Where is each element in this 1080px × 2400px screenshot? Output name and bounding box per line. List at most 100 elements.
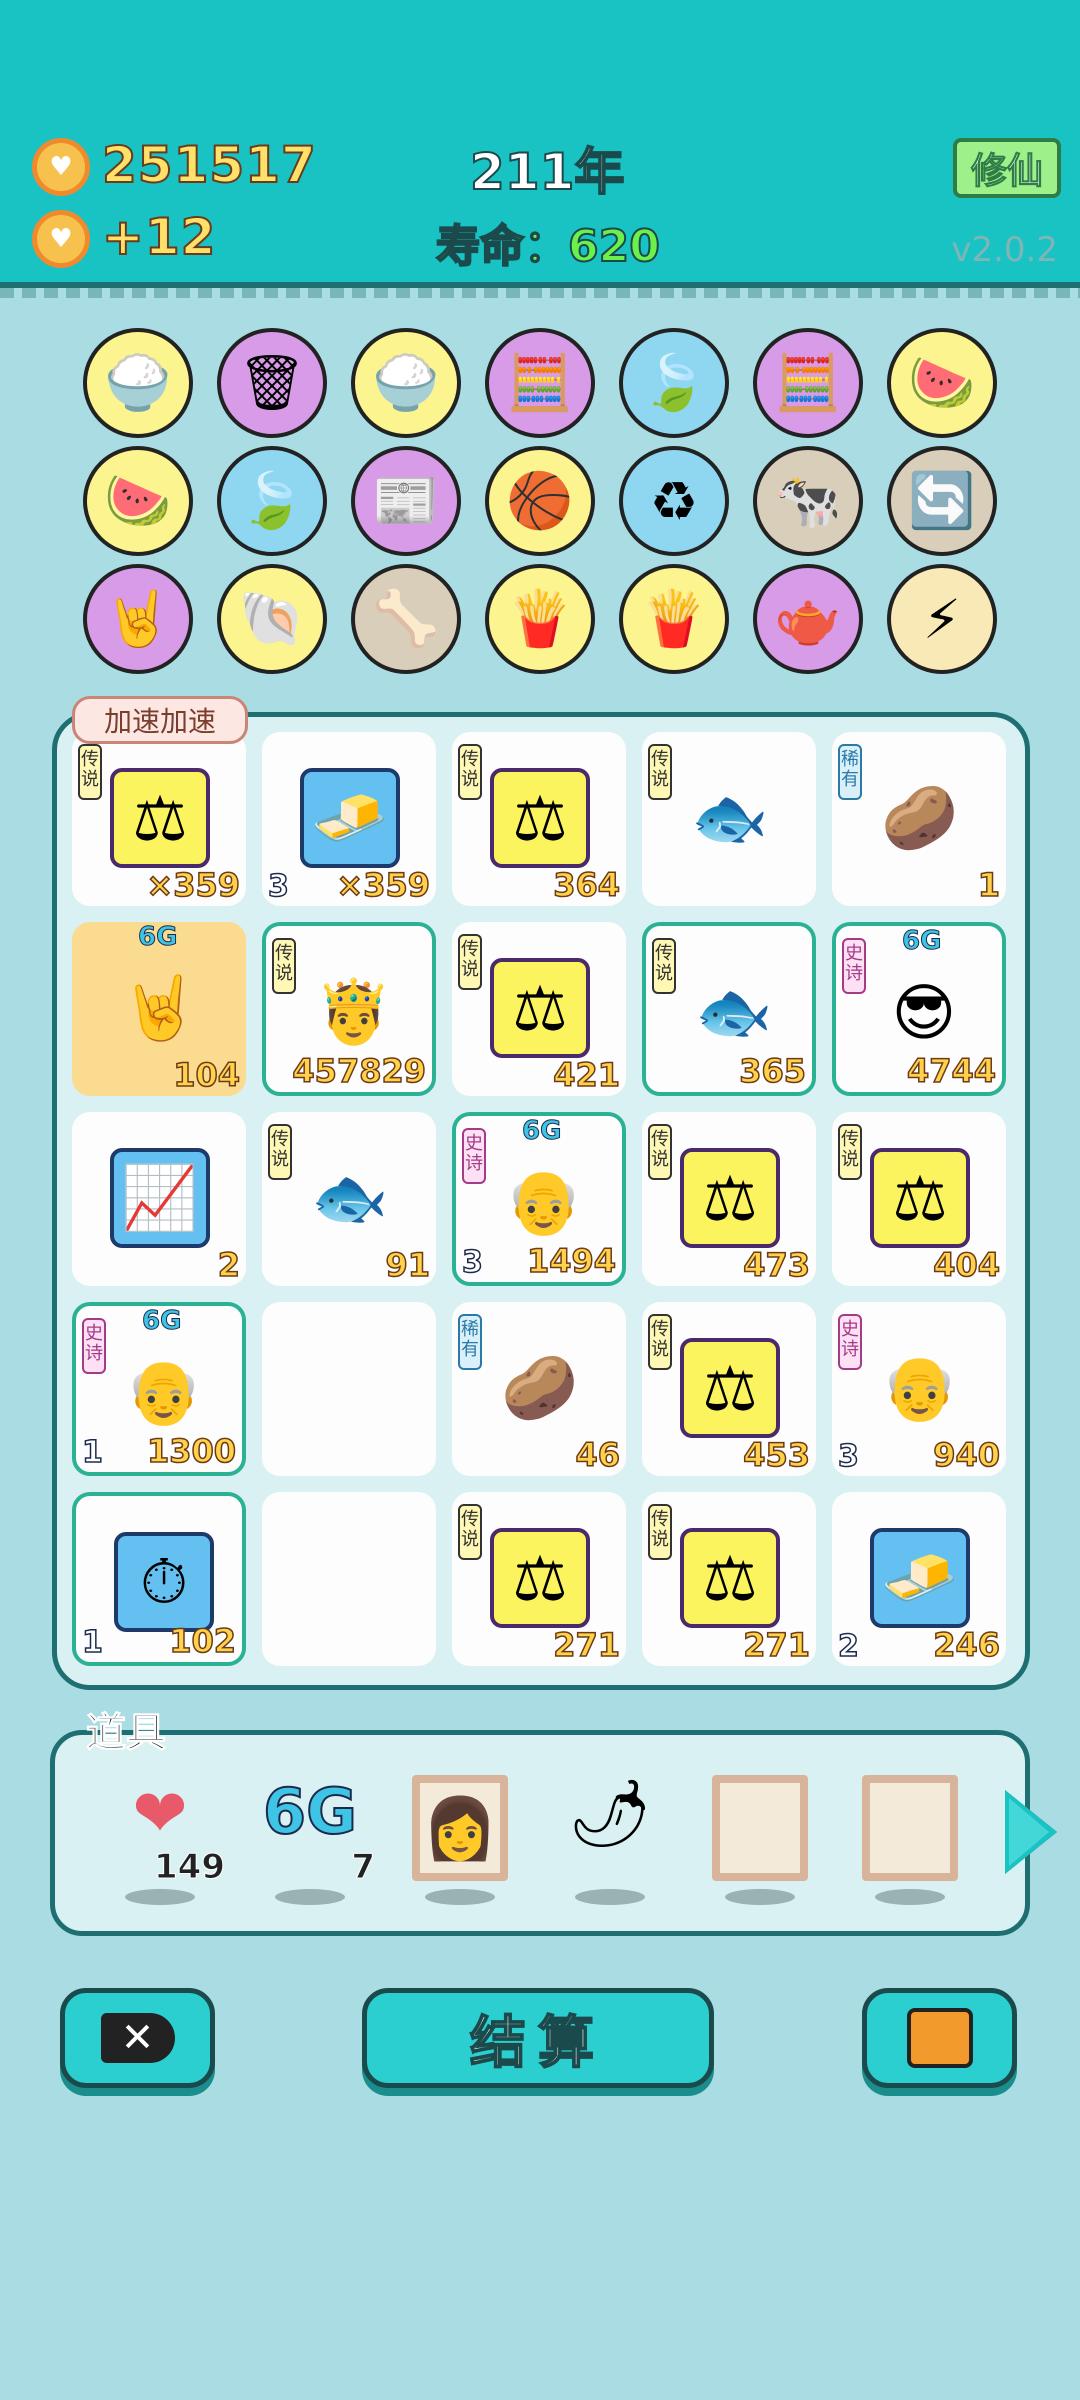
potato-icon: 🥔 — [501, 1351, 579, 1424]
cell-count: 4744 — [906, 1051, 997, 1091]
leaf-icon[interactable]: 🍃 — [217, 446, 327, 556]
cell-count: 1 — [977, 865, 1001, 905]
french-fries-icon[interactable]: 🍟 — [619, 564, 729, 674]
speedup-tooltip: 加速加速 — [72, 696, 248, 744]
fruit-basket-icon[interactable]: 🍉 — [83, 446, 193, 556]
board-cell-potato[interactable]: 🥔 稀有 46 — [452, 1302, 626, 1476]
sixg-label: 6G — [262, 1774, 358, 1849]
board-cell-rock-hand[interactable]: 🤘 6G 104 — [72, 922, 246, 1096]
rarity-tag: 传说 — [458, 934, 482, 990]
settle-button[interactable]: 结算 — [362, 1988, 714, 2088]
recycle-bag-icon[interactable]: ♻ — [619, 446, 729, 556]
board-cell-empty[interactable] — [262, 1492, 436, 1666]
scale-icon: ⚖ — [680, 1528, 780, 1628]
shadow — [125, 1889, 195, 1905]
board-cell-gold-bars[interactable]: 🧈 2 246 — [832, 1492, 1006, 1666]
sixg-badge: 6G — [521, 1116, 562, 1147]
cow-pair-icon[interactable]: 🐄 — [753, 446, 863, 556]
time-magazine-icon[interactable]: 📰 — [351, 446, 461, 556]
version-label: v2.0.2 — [951, 230, 1058, 270]
board-cell-old-man-face[interactable]: 👴 史诗 3 940 — [832, 1302, 1006, 1476]
board-cell-scale[interactable]: ⚖ 传说 473 — [642, 1112, 816, 1286]
leaf-icon[interactable]: 🍃 — [619, 328, 729, 438]
portrait-frame-icon[interactable]: 👩 — [405, 1775, 515, 1905]
coin-count: 251517 — [101, 135, 317, 195]
rice-bowl-icon[interactable]: 🍚 — [83, 328, 193, 438]
board-cell-empty[interactable] — [262, 1302, 436, 1476]
board-cell-potato[interactable]: 🥔 稀有 1 — [832, 732, 1006, 906]
growth-chart-icon: 📈 — [110, 1148, 210, 1248]
board-cell-scale[interactable]: ⚖ 传说 421 — [452, 922, 626, 1096]
empty-frame-icon[interactable] — [705, 1775, 815, 1905]
cell-count: 404 — [932, 1245, 1000, 1285]
rarity-tag: 传说 — [458, 1504, 482, 1560]
board-cell-gold-bars[interactable]: 🧈 3 ×359 — [262, 732, 436, 906]
shadow — [275, 1889, 345, 1905]
rarity-tag: 传说 — [458, 744, 482, 800]
year-display: 211年 — [469, 142, 625, 202]
board-cell-red-fish[interactable]: 🐟 传说 91 — [262, 1112, 436, 1286]
cell-level: 3 — [837, 1438, 859, 1475]
scale-icon: ⚖ — [110, 768, 210, 868]
sixg-badge: 6G — [141, 1306, 182, 1337]
cell-count: 246 — [932, 1625, 1000, 1665]
rock-hand-icon[interactable]: 🤘 — [83, 564, 193, 674]
heart-coin-icon: ♥ — [32, 210, 90, 268]
close-button[interactable]: ✕ — [60, 1988, 215, 2088]
rarity-tag: 史诗 — [462, 1128, 486, 1184]
bag-button[interactable] — [862, 1988, 1017, 2088]
board-cell-king-face[interactable]: 🤴 传说 457829 — [262, 922, 436, 1096]
cell-count: 364 — [552, 865, 620, 905]
cell-count: 1494 — [526, 1241, 617, 1281]
rice-bowl-icon[interactable]: 🍚 — [351, 328, 461, 438]
board-cell-scale[interactable]: ⚖ 传说 404 — [832, 1112, 1006, 1286]
board-cell-stopwatch[interactable]: ⏱ 1 102 — [72, 1492, 246, 1666]
cell-count: 453 — [742, 1435, 810, 1475]
fruit-basket-icon[interactable]: 🍉 — [887, 328, 997, 438]
math-head-icon[interactable]: 🧮 — [485, 328, 595, 438]
lifespan-display: 寿命：620 — [435, 210, 661, 274]
red-fish-icon: 🐟 — [695, 975, 773, 1048]
board-cell-scale[interactable]: ⚖ 传说 364 — [452, 732, 626, 906]
board-cell-scale[interactable]: ⚖ 传说 271 — [642, 1492, 816, 1666]
shadow — [875, 1889, 945, 1905]
sixg-badge: 6G — [137, 922, 178, 953]
lightning-icon[interactable]: ⚡ — [887, 564, 997, 674]
basketballs-icon[interactable]: 🏀 — [485, 446, 595, 556]
trash-can-icon[interactable]: 🗑 — [217, 328, 327, 438]
scroll-right-arrow-icon[interactable] — [1005, 1790, 1057, 1874]
cultivate-button[interactable]: 修仙 — [953, 138, 1061, 198]
shadow — [575, 1889, 645, 1905]
chili-pepper-icon[interactable]: 🌶 — [555, 1775, 665, 1905]
french-fries-icon[interactable]: 🍟 — [485, 564, 595, 674]
board-cell-growth-chart[interactable]: 📈 2 — [72, 1112, 246, 1286]
sixg-icon[interactable]: 6G 7 — [255, 1774, 375, 1905]
scale-icon: ⚖ — [490, 1528, 590, 1628]
liver-icon[interactable]: ❤ 149 — [105, 1775, 225, 1905]
lifespan-value: 620 — [567, 220, 661, 273]
empty-frame-icon[interactable] — [855, 1775, 965, 1905]
board-cell-scale[interactable]: ⚖ 传说 ×359 — [72, 732, 246, 906]
board-cell-scale[interactable]: ⚖ 传说 271 — [452, 1492, 626, 1666]
gravy-boat-icon[interactable]: 🫖 — [753, 564, 863, 674]
pet-bowl-icon[interactable]: 🦴 — [351, 564, 461, 674]
board-cell-old-man-face[interactable]: 👴 史诗 6G 3 1494 — [452, 1112, 626, 1286]
top-status-bar: ♥ 251517 ♥ +12 211年 寿命：620 修仙 v2.0.2 — [0, 0, 1080, 298]
board-cell-red-fish[interactable]: 🐟 传说 — [642, 732, 816, 906]
shadow — [425, 1889, 495, 1905]
cell-level: 1 — [81, 1624, 103, 1661]
scale-icon: ⚖ — [490, 958, 590, 1058]
cell-count: 421 — [552, 1055, 620, 1095]
empty-frame — [712, 1775, 808, 1881]
green-hat-face-icon: 😎 — [891, 975, 957, 1049]
board-cell-scale[interactable]: ⚖ 传说 453 — [642, 1302, 816, 1476]
board-cell-old-man-face[interactable]: 👴 史诗 6G 1 1300 — [72, 1302, 246, 1476]
seashell-icon[interactable]: 🐚 — [217, 564, 327, 674]
board-cell-red-fish[interactable]: 🐟 传说 365 — [642, 922, 816, 1096]
old-man-face-icon: 👴 — [881, 1351, 959, 1424]
cell-count: 2 — [217, 1245, 241, 1285]
math-head-icon[interactable]: 🧮 — [753, 328, 863, 438]
refresh-arrows-icon[interactable]: 🔄 — [887, 446, 997, 556]
board-cell-green-hat-face[interactable]: 😎 史诗 6G 4744 — [832, 922, 1006, 1096]
sixg-count: 7 — [351, 1847, 376, 1888]
